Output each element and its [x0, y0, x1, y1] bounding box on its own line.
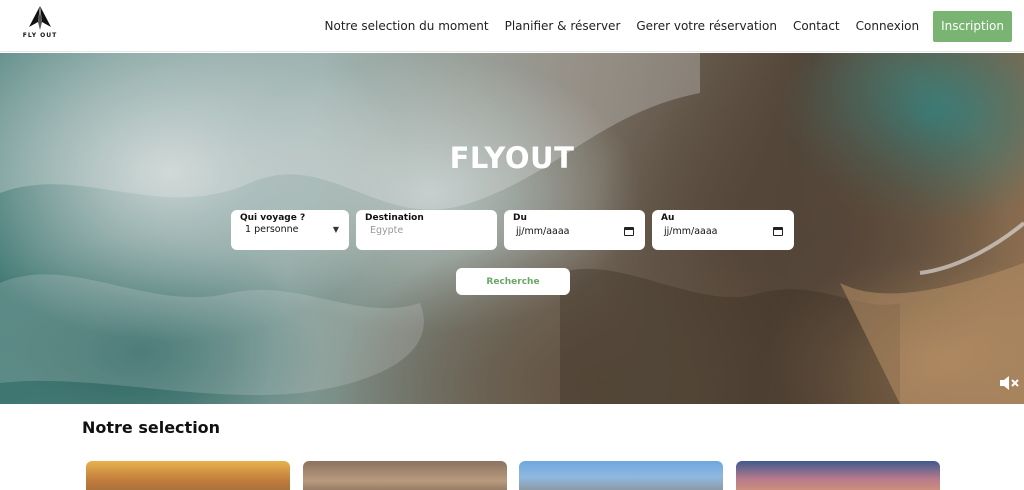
- logo-text: FLY OUT: [22, 32, 58, 39]
- destination-card[interactable]: [303, 461, 507, 490]
- logo[interactable]: FLY OUT: [22, 6, 58, 46]
- destination-field[interactable]: Destination Egypte: [356, 210, 497, 250]
- hero-banner: FLYOUT Qui voyage ? 1 personne ▼ Destina…: [0, 53, 1024, 404]
- calendar-icon[interactable]: [773, 227, 783, 236]
- destination-card[interactable]: [86, 461, 290, 490]
- search-button[interactable]: Recherche: [456, 268, 570, 295]
- date-to-field[interactable]: Au jj/mm/aaaa: [652, 210, 794, 250]
- nav-link-contact[interactable]: Contact: [793, 19, 840, 33]
- date-to-label: Au: [661, 213, 675, 223]
- nav-link-plan[interactable]: Planifier & réserver: [505, 19, 621, 33]
- signup-button[interactable]: Inscription: [933, 10, 1012, 42]
- destination-card[interactable]: [736, 461, 940, 490]
- nav-link-selection[interactable]: Notre selection du moment: [325, 19, 489, 33]
- calendar-icon[interactable]: [624, 227, 634, 236]
- nav-link-login[interactable]: Connexion: [856, 19, 920, 33]
- hero-title: FLYOUT: [449, 141, 575, 175]
- chevron-down-icon: ▼: [332, 225, 339, 234]
- paper-plane-icon: [29, 6, 51, 30]
- destination-card[interactable]: [519, 461, 723, 490]
- main-nav: Notre selection du moment Planifier & ré…: [309, 10, 1012, 42]
- destination-input[interactable]: Egypte: [365, 225, 488, 236]
- speaker-muted-icon[interactable]: [1000, 375, 1020, 391]
- travelers-select[interactable]: Qui voyage ? 1 personne ▼: [231, 210, 349, 250]
- date-to-input[interactable]: jj/mm/aaaa: [664, 226, 717, 237]
- travelers-label: Qui voyage ?: [240, 213, 306, 223]
- date-from-label: Du: [513, 213, 527, 223]
- date-from-input[interactable]: jj/mm/aaaa: [516, 226, 569, 237]
- destination-label: Destination: [365, 213, 424, 223]
- nav-link-manage-booking[interactable]: Gerer votre réservation: [636, 19, 777, 33]
- site-header: FLY OUT Notre selection du moment Planif…: [0, 0, 1024, 52]
- selection-title: Notre selection: [82, 418, 221, 437]
- date-from-field[interactable]: Du jj/mm/aaaa: [504, 210, 645, 250]
- travelers-value: 1 personne: [245, 224, 299, 235]
